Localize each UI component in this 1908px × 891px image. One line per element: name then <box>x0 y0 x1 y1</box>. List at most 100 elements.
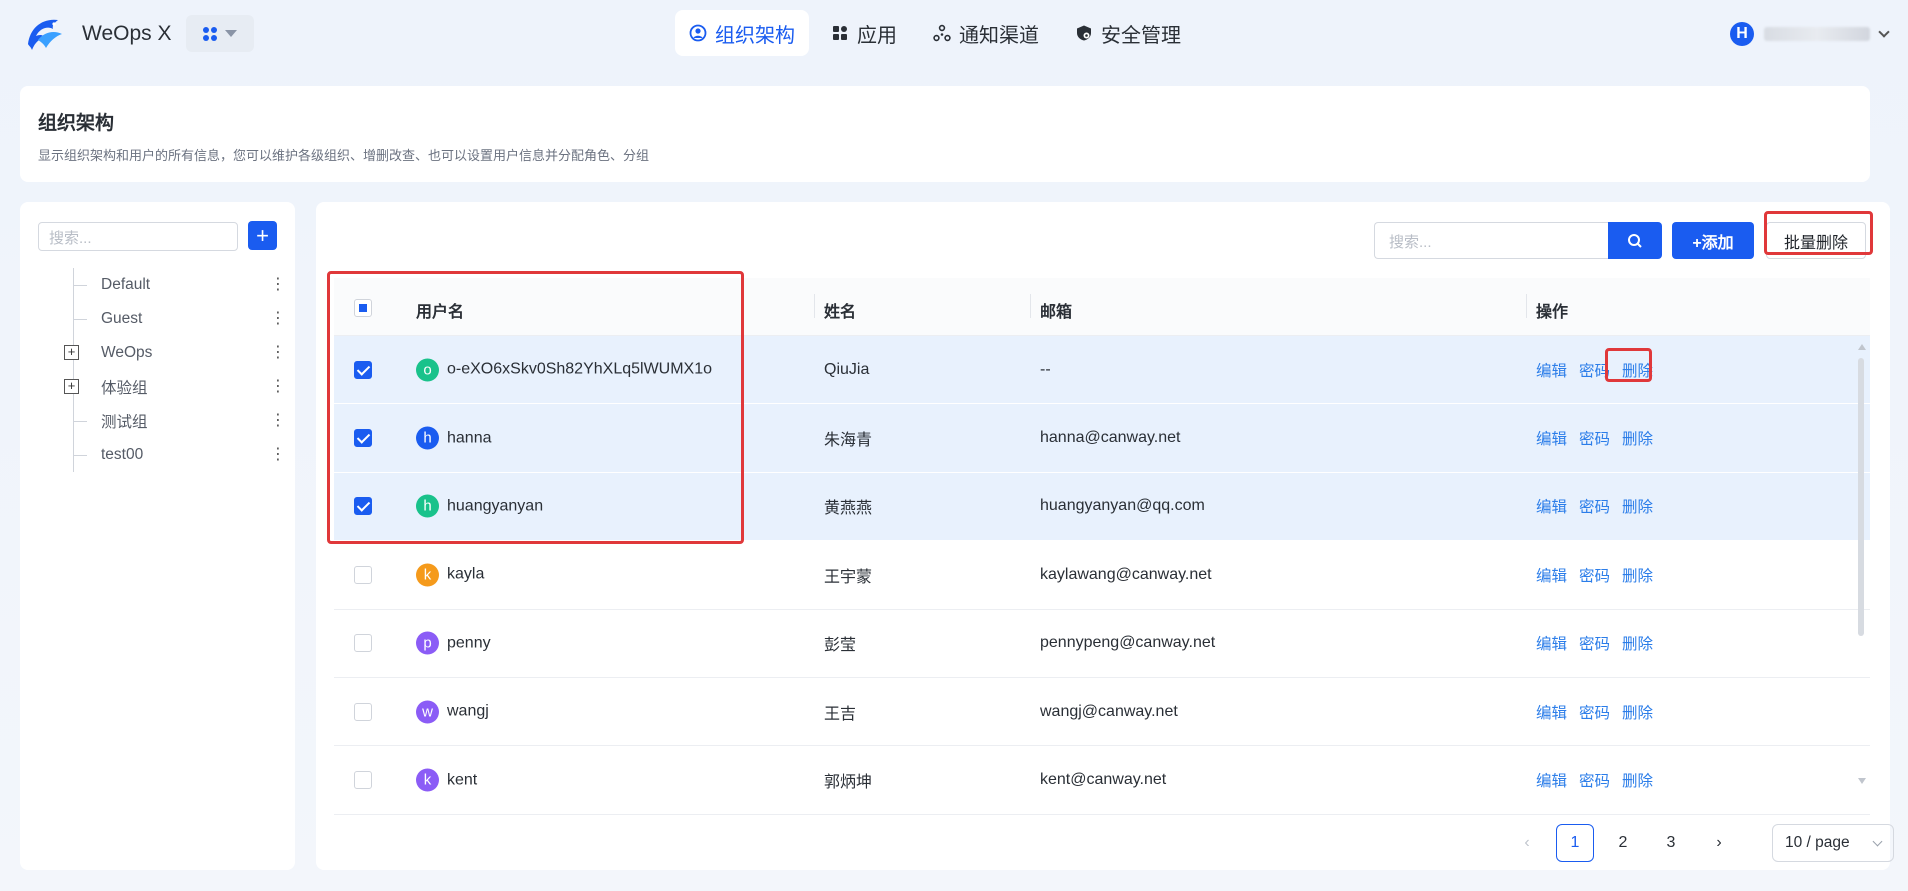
row-checkbox[interactable] <box>354 429 372 448</box>
next-page-button[interactable]: › <box>1700 824 1738 862</box>
table-row[interactable]: o o-eXO6xSkv0Sh82YhXLq5lWUMX1o QiuJia --… <box>334 336 1870 405</box>
more-options-icon[interactable]: ⋮ <box>270 447 286 463</box>
table-row[interactable]: k kent 郭炳坤 kent@canway.net 编辑 密码 删除 <box>334 746 1870 815</box>
nav-item-org[interactable]: 组织架构 <box>675 10 809 56</box>
more-options-icon[interactable]: ⋮ <box>270 413 286 429</box>
password-link[interactable]: 密码 <box>1579 632 1610 654</box>
row-checkbox[interactable] <box>354 360 372 379</box>
tree-node[interactable]: + WeOps ⋮ <box>40 336 286 370</box>
tree-node[interactable]: 测试组 ⋮ <box>40 404 286 438</box>
chevron-down-icon <box>1878 26 1890 38</box>
delete-link[interactable]: 删除 <box>1622 769 1653 791</box>
tree-branch-line <box>73 455 87 456</box>
username-cell: o o-eXO6xSkv0Sh82YhXLq5lWUMX1o <box>416 358 713 382</box>
edit-link[interactable]: 编辑 <box>1536 769 1567 791</box>
username: wangj <box>447 702 489 720</box>
page-size-select[interactable]: 10 / page <box>1772 824 1894 862</box>
main-nav: 组织架构 应用 通知渠道 安全管理 <box>675 10 1195 56</box>
column-header-username: 用户名 <box>416 304 465 321</box>
delete-link[interactable]: 删除 <box>1622 359 1653 381</box>
row-checkbox[interactable] <box>354 771 372 790</box>
edit-link[interactable]: 编辑 <box>1536 427 1567 449</box>
email-cell: kaylawang@canway.net <box>1040 565 1212 583</box>
add-org-button[interactable]: + <box>248 221 277 250</box>
scroll-down-icon[interactable] <box>1858 778 1866 784</box>
logo[interactable]: WeOps X <box>24 14 171 54</box>
row-checkbox[interactable] <box>354 565 372 584</box>
edit-link[interactable]: 编辑 <box>1536 359 1567 381</box>
tree-node[interactable]: Default ⋮ <box>40 268 286 302</box>
edit-link[interactable]: 编辑 <box>1536 701 1567 723</box>
nav-item-notify[interactable]: 通知渠道 <box>919 10 1053 56</box>
column-header-name: 姓名 <box>824 304 857 321</box>
name-cell: 王吉 <box>824 705 857 723</box>
app-switcher-button[interactable] <box>186 15 254 52</box>
bulk-delete-button[interactable]: 批量删除 <box>1766 222 1866 259</box>
more-options-icon[interactable]: ⋮ <box>270 311 286 327</box>
table-row[interactable]: h hanna 朱海青 hanna@canway.net 编辑 密码 删除 <box>334 404 1870 473</box>
row-checkbox[interactable] <box>354 702 372 721</box>
tree-node[interactable]: test00 ⋮ <box>40 438 286 472</box>
password-link[interactable]: 密码 <box>1579 564 1610 586</box>
avatar: k <box>416 563 439 587</box>
column-header-actions: 操作 <box>1536 304 1569 321</box>
page-size-value: 10 / page <box>1785 834 1850 851</box>
delete-link[interactable]: 删除 <box>1622 632 1653 654</box>
user-menu[interactable]: H <box>1730 22 1890 46</box>
password-link[interactable]: 密码 <box>1579 769 1610 791</box>
user-table: 用户名 姓名 邮箱 操作 o o-eXO6xSkv0Sh82YhXLq5lWUM… <box>334 278 1870 815</box>
shield-gear-icon <box>1077 25 1091 41</box>
page-button-2[interactable]: 2 <box>1604 824 1642 862</box>
page-header: 组织架构 显示组织架构和用户的所有信息，您可以维护各级组织、增删改查、也可以设置… <box>20 86 1870 182</box>
delete-link[interactable]: 删除 <box>1622 564 1653 586</box>
password-link[interactable]: 密码 <box>1579 427 1610 449</box>
table-row[interactable]: w wangj 王吉 wangj@canway.net 编辑 密码 删除 <box>334 678 1870 747</box>
row-checkbox[interactable] <box>354 634 372 653</box>
password-link[interactable]: 密码 <box>1579 359 1610 381</box>
tree-node[interactable]: + 体验组 ⋮ <box>40 370 286 404</box>
password-link[interactable]: 密码 <box>1579 701 1610 723</box>
delete-link[interactable]: 删除 <box>1622 495 1653 517</box>
tree-node-label: Default <box>101 276 151 293</box>
scroll-up-icon[interactable] <box>1858 344 1866 350</box>
tree-branch-line <box>73 285 87 286</box>
delete-link[interactable]: 删除 <box>1622 701 1653 723</box>
add-user-button[interactable]: +添加 <box>1672 222 1754 259</box>
email-cell: pennypeng@canway.net <box>1040 634 1216 652</box>
username: huangyanyan <box>447 497 544 515</box>
edit-link[interactable]: 编辑 <box>1536 495 1567 517</box>
prev-page-button[interactable]: ‹ <box>1508 824 1546 862</box>
tree-search-input[interactable]: 搜索... <box>38 222 238 251</box>
expand-icon[interactable]: + <box>64 379 79 394</box>
table-row[interactable]: h huangyanyan 黄燕燕 huangyanyan@qq.com 编辑 … <box>334 472 1870 542</box>
more-options-icon[interactable]: ⋮ <box>270 277 286 293</box>
app-title: WeOps X <box>82 22 172 45</box>
more-options-icon[interactable]: ⋮ <box>270 345 286 361</box>
search-button[interactable] <box>1608 222 1662 259</box>
delete-link[interactable]: 删除 <box>1622 427 1653 449</box>
select-all-checkbox[interactable] <box>354 299 372 317</box>
scrollbar-thumb[interactable] <box>1858 358 1864 636</box>
more-options-icon[interactable]: ⋮ <box>270 379 286 395</box>
table-row[interactable]: p penny 彭莹 pennypeng@canway.net 编辑 密码 删除 <box>334 610 1870 678</box>
avatar: h <box>416 426 439 450</box>
edit-link[interactable]: 编辑 <box>1536 632 1567 654</box>
avatar: w <box>416 700 439 724</box>
password-link[interactable]: 密码 <box>1579 495 1610 517</box>
table-row[interactable]: k kayla 王宇蒙 kaylawang@canway.net 编辑 密码 删… <box>334 541 1870 610</box>
user-search-input[interactable]: 搜索... <box>1374 222 1608 259</box>
nav-item-security[interactable]: 安全管理 <box>1061 10 1195 56</box>
tree-node[interactable]: Guest ⋮ <box>40 302 286 336</box>
username-cell: h huangyanyan <box>416 494 544 518</box>
column-divider <box>814 294 815 318</box>
nav-item-apps[interactable]: 应用 <box>817 10 911 56</box>
actions-cell: 编辑 密码 删除 <box>1536 495 1653 517</box>
username: o-eXO6xSkv0Sh82YhXLq5lWUMX1o <box>447 360 713 378</box>
expand-icon[interactable]: + <box>64 345 79 360</box>
user-list-panel: 搜索... +添加 批量删除 用户名 姓名 邮箱 操作 o o-eXO6xSkv… <box>316 202 1894 870</box>
nav-item-label: 组织架构 <box>715 24 795 47</box>
row-checkbox[interactable] <box>354 497 372 516</box>
edit-link[interactable]: 编辑 <box>1536 564 1567 586</box>
page-button-3[interactable]: 3 <box>1652 824 1690 862</box>
page-button-1[interactable]: 1 <box>1556 824 1594 862</box>
